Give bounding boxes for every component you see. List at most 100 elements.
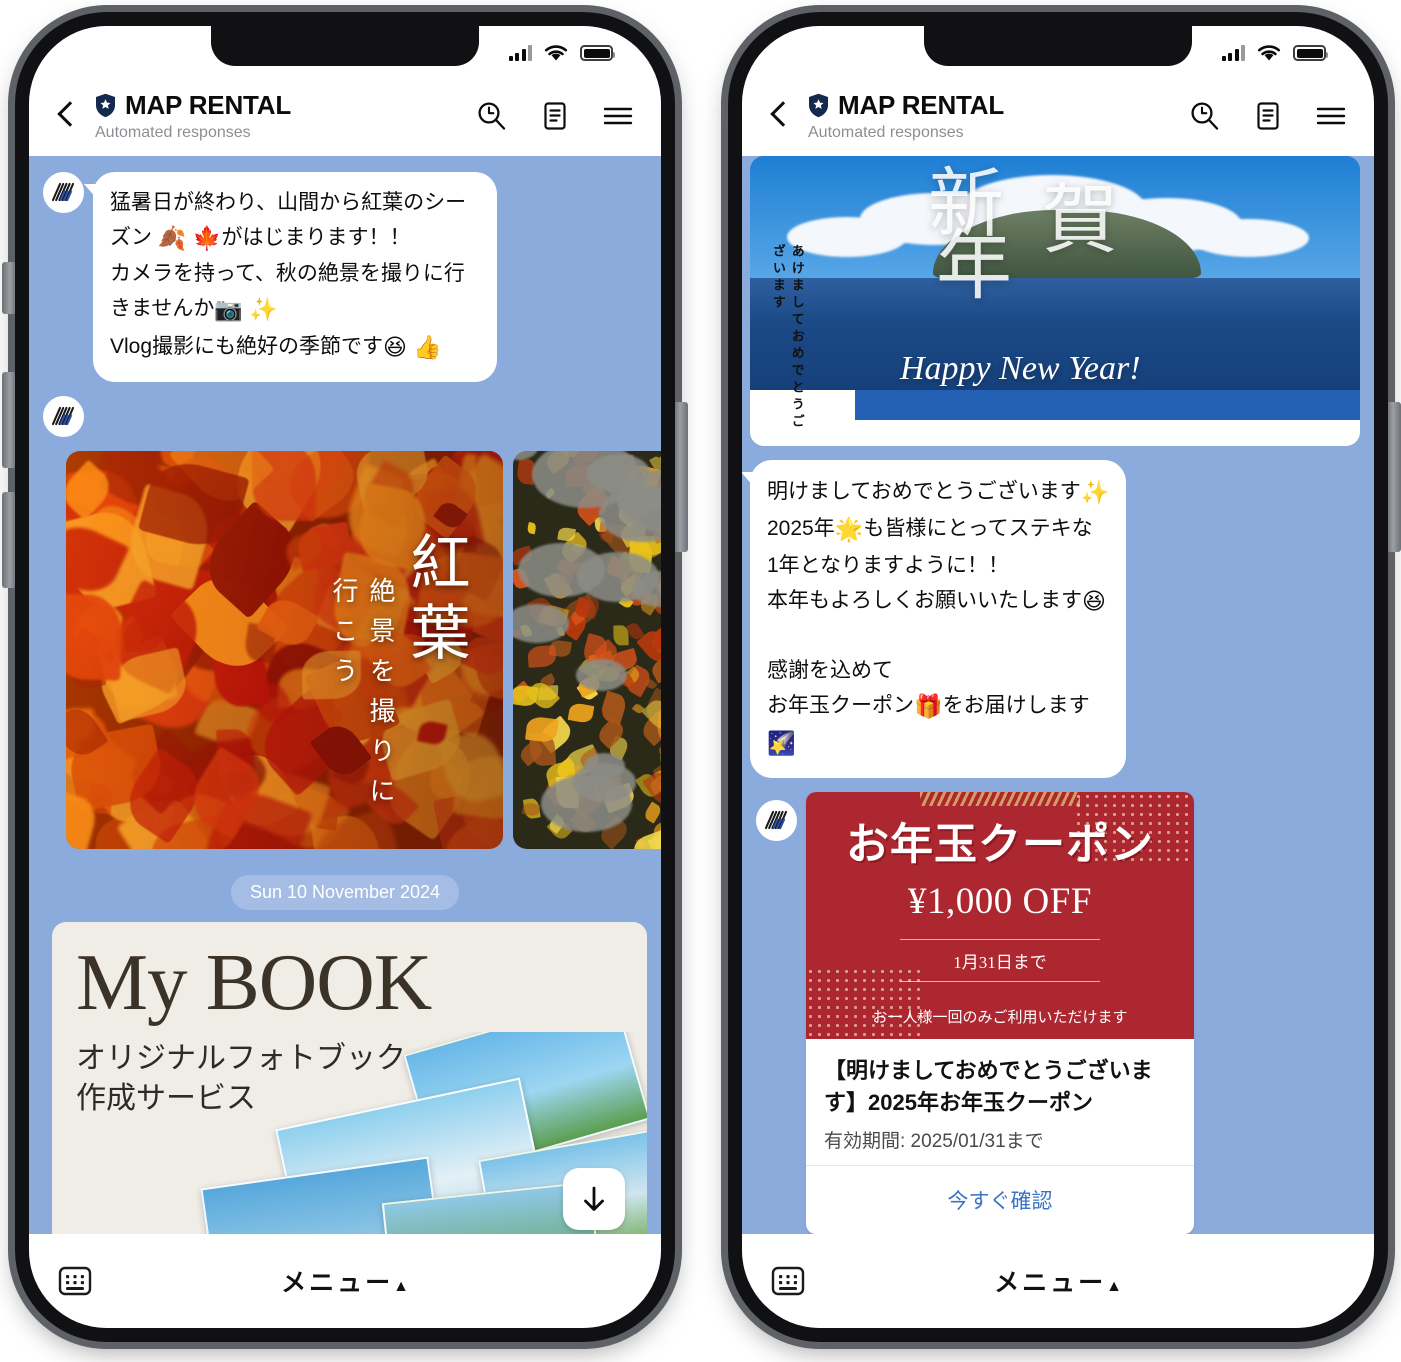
chat-subtitle: Automated responses	[808, 124, 964, 141]
momiji-vertical-title: 紅葉	[402, 530, 468, 671]
menu-caret-icon: ▲	[393, 1278, 409, 1295]
coupon-message-row: お年玉クーポン ¥1,000 OFF 1月31日まで お一人様一回のみご利用いた…	[742, 792, 1374, 1234]
message-row-newyear: 明けましておめでとうございます✨ 2025年🌟も皆様にとってステキな 1年となり…	[742, 460, 1374, 779]
notch	[211, 26, 479, 66]
notch	[924, 26, 1192, 66]
menu-toggle-label[interactable]: メニュー▲	[29, 1263, 661, 1299]
star-emoji: 🌟	[834, 516, 864, 543]
chat-title-block: MAP RENTAL Automated responses	[808, 90, 1176, 142]
message-row-images	[29, 395, 661, 437]
msg-line-2a: カメラを持って、秋の絶景を撮りに行	[110, 262, 465, 286]
ny-line-1a: 明けましておめでとうございます	[767, 480, 1081, 503]
page-title: MAP RENTAL	[125, 90, 292, 120]
battery-full-icon	[1293, 45, 1328, 61]
avatar	[43, 172, 84, 213]
ny-line-2b: も皆様にとってステキな	[863, 517, 1093, 541]
search-history-icon[interactable]	[475, 99, 509, 133]
arrow-down-icon[interactable]	[563, 1167, 625, 1230]
message-bubble: 明けましておめでとうございます✨ 2025年🌟も皆様にとってステキな 1年となり…	[742, 460, 1127, 779]
hamburger-menu-icon[interactable]	[601, 99, 635, 133]
phone-left: MAP RENTAL Automated responses 猛暑日が終わり、山…	[2, 12, 688, 1342]
menu-label-text: メニュー	[281, 1269, 394, 1297]
date-pill-label: Sun 10 November 2024	[230, 874, 460, 910]
power-button[interactable]	[675, 402, 688, 552]
camera-emoji: 📷 ✨	[214, 296, 279, 323]
message-row-text: 猛暑日が終わり、山間から紅葉のシーズン 🍂 🍁がはじまります！！ カメラを持って…	[29, 156, 661, 382]
ny-line-6a: お年玉クーポン	[767, 693, 914, 717]
shield-star-icon	[95, 93, 116, 118]
coupon-card[interactable]: お年玉クーポン ¥1,000 OFF 1月31日まで お一人様一回のみご利用いた…	[806, 792, 1194, 1234]
back-chevron-icon[interactable]	[762, 99, 796, 133]
chat-body-left[interactable]: 猛暑日が終わり、山間から紅葉のシーズン 🍂 🍁がはじまります！！ カメラを持って…	[29, 156, 661, 1234]
menu-label-text: メニュー	[994, 1269, 1107, 1297]
note-icon[interactable]	[1251, 99, 1285, 133]
chat-subtitle: Automated responses	[95, 124, 251, 141]
power-button[interactable]	[1388, 402, 1401, 552]
avatar	[756, 800, 797, 842]
status-bar	[29, 26, 661, 88]
search-history-icon[interactable]	[1188, 99, 1222, 133]
msg-line-3a: Vlog撮影にも絶好の季節です	[110, 334, 384, 358]
newyear-kanji-3: 年	[936, 225, 1012, 309]
bottom-menu-bar: メニュー▲	[742, 1234, 1374, 1328]
ny-line-2a: 2025年	[767, 517, 835, 541]
coupon-banner: お年玉クーポン ¥1,000 OFF 1月31日まで お一人様一回のみご利用いた…	[806, 792, 1194, 1040]
shield-star-icon	[808, 93, 829, 118]
chat-header: MAP RENTAL Automated responses	[742, 88, 1374, 156]
keyboard-icon[interactable]	[55, 1261, 95, 1301]
status-bar	[742, 26, 1374, 88]
coupon-body: 【明けましておめでとうございます】2025年お年玉クーポン 有効期間: 2025…	[806, 1039, 1194, 1164]
header-actions	[475, 99, 635, 133]
ny-line-4a: 本年もよろしくお願いいたします	[767, 588, 1082, 612]
hamburger-menu-icon[interactable]	[1314, 99, 1348, 133]
keyboard-icon[interactable]	[768, 1261, 808, 1301]
coupon-title: 【明けましておめでとうございます】2025年お年玉クーポン	[824, 1058, 1153, 1115]
smile-emoji: 😆 👍	[383, 333, 443, 360]
chat-body-right[interactable]: 新 賀 年 あけましておめでとうございます Happy New Year! 明け…	[742, 156, 1374, 1234]
phone-right: MAP RENTAL Automated responses 新 賀 年 あけま…	[728, 12, 1401, 1342]
back-chevron-icon[interactable]	[49, 99, 83, 133]
shooting-star-emoji: 🌠	[767, 730, 796, 757]
phone-screen-left: MAP RENTAL Automated responses 猛暑日が終わり、山…	[29, 26, 661, 1328]
note-icon[interactable]	[538, 99, 572, 133]
coupon-until: 1月31日まで	[900, 939, 1100, 983]
laughing-emoji: 😆	[1082, 587, 1106, 614]
date-divider: Sun 10 November 2024	[29, 874, 661, 910]
mybook-card[interactable]: My BOOK オリジナルフォトブック 作成サービス	[52, 921, 647, 1234]
coupon-heading: お年玉クーポン	[846, 821, 1154, 870]
msg-line-1c: がはじまります！！	[221, 226, 411, 250]
cellular-signal-icon	[508, 45, 532, 61]
mute-switch[interactable]	[2, 262, 15, 314]
autumn-momiji-card[interactable]: 紅葉 絶景を撮りに行こう	[66, 450, 503, 849]
autumn-emoji: 🍂 🍁	[157, 225, 222, 252]
battery-full-icon	[580, 45, 615, 61]
phone-screen-right: MAP RENTAL Automated responses 新 賀 年 あけま…	[742, 26, 1374, 1328]
avatar	[43, 395, 84, 437]
chat-header: MAP RENTAL Automated responses	[29, 88, 661, 156]
fallen-leaves-card[interactable]	[513, 450, 661, 849]
gift-emoji: 🎁	[914, 692, 943, 719]
wifi-icon	[1257, 45, 1281, 61]
cellular-signal-icon	[1221, 45, 1245, 61]
momiji-vertical-subtitle: 絶景を撮りに行こう	[329, 576, 395, 817]
msg-line-1b: ズン	[110, 226, 158, 250]
volume-down-button[interactable]	[2, 492, 15, 588]
image-carousel[interactable]: 紅葉 絶景を撮りに行こう	[29, 450, 661, 849]
newyear-blue-bar	[855, 390, 1360, 420]
coupon-confirm-button[interactable]: 今すぐ確認	[806, 1164, 1194, 1234]
ny-line-5: 感謝を込めて	[767, 658, 893, 682]
bottom-menu-bar: メニュー▲	[29, 1234, 661, 1328]
wifi-icon	[544, 45, 568, 61]
coupon-note: お一人様一回のみご利用いただけます	[872, 1010, 1128, 1027]
ny-line-6b: をお届けします	[942, 693, 1090, 717]
menu-toggle-label[interactable]: メニュー▲	[742, 1263, 1374, 1299]
message-bubble: 猛暑日が終わり、山間から紅葉のシーズン 🍂 🍁がはじまります！！ カメラを持って…	[84, 172, 497, 382]
newyear-script-text: Happy New Year!	[900, 350, 1141, 387]
sparkles-emoji: ✨	[1080, 479, 1110, 505]
volume-up-button[interactable]	[2, 372, 15, 468]
newyear-greeting-card[interactable]: 新 賀 年 あけましておめでとうございます Happy New Year!	[750, 156, 1360, 446]
page-title: MAP RENTAL	[838, 90, 1005, 120]
msg-line-2b: きませんか	[110, 297, 215, 321]
ribbon-decoration	[920, 792, 1080, 807]
mybook-title: My BOOK	[76, 936, 432, 1027]
